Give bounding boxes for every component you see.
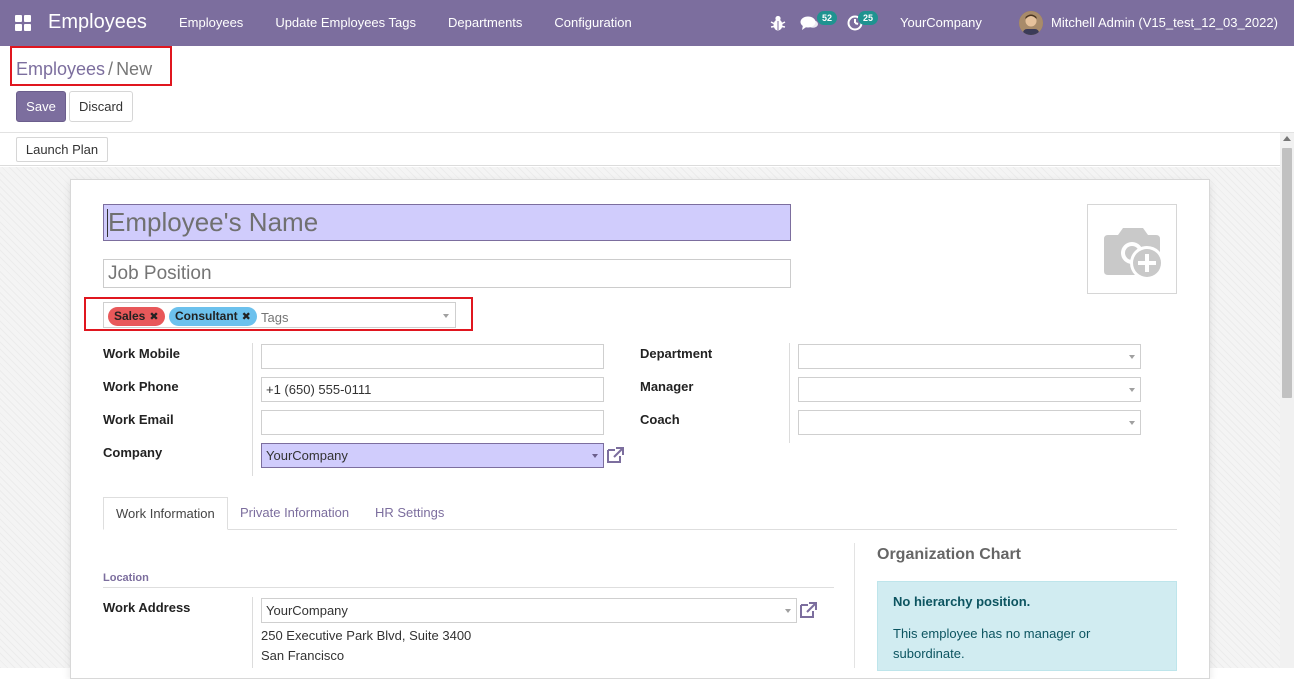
manager-dropdown-caret-icon[interactable] — [1129, 388, 1135, 392]
tab-hr-settings[interactable]: HR Settings — [375, 497, 444, 530]
address-line-city: San Francisco — [261, 648, 345, 663]
company-dropdown-caret-icon[interactable] — [592, 454, 598, 458]
debug-bug-icon[interactable] — [770, 14, 786, 32]
tags-input[interactable] — [261, 308, 431, 326]
manager-select[interactable] — [798, 377, 1141, 402]
coach-select[interactable] — [798, 410, 1141, 435]
job-position-input[interactable] — [103, 259, 791, 288]
tab-private-information[interactable]: Private Information — [240, 497, 349, 530]
user-avatar[interactable] — [1019, 11, 1043, 35]
menu-item-departments[interactable]: Departments — [432, 0, 538, 46]
location-section-title: Location — [103, 572, 149, 584]
remove-tag-icon[interactable]: ✖ — [149, 311, 158, 323]
menu-item-employees[interactable]: Employees — [163, 0, 259, 46]
company-switcher[interactable]: YourCompany — [900, 15, 982, 30]
work-address-separator — [252, 597, 253, 668]
tab-work-information[interactable]: Work Information — [103, 497, 228, 530]
column-divider — [854, 543, 855, 668]
right-group-separator — [789, 343, 790, 443]
apps-menu-icon[interactable] — [15, 15, 32, 31]
tag-label: Consultant — [175, 309, 238, 323]
messages-count-badge: 52 — [817, 11, 838, 25]
company-select-value: YourCompany — [266, 448, 348, 463]
work-address-label: Work Address — [103, 600, 191, 615]
save-button[interactable]: Save — [16, 91, 66, 122]
camera-plus-icon — [1104, 228, 1164, 280]
company-external-link-icon[interactable] — [605, 446, 625, 464]
work-address-dropdown-caret-icon[interactable] — [785, 609, 791, 613]
work-phone-input[interactable] — [261, 377, 604, 402]
breadcrumb: Employees / New — [10, 46, 172, 86]
org-chart-title: Organization Chart — [877, 546, 1022, 563]
org-chart-alert: No hierarchy position. This employee has… — [877, 581, 1177, 671]
location-section-line — [103, 587, 834, 588]
text-cursor — [107, 209, 108, 237]
menu-item-update-employees-tags[interactable]: Update Employees Tags — [259, 0, 432, 46]
work-address-select[interactable]: YourCompany — [261, 598, 797, 623]
department-label: Department — [640, 346, 713, 361]
manager-label: Manager — [640, 379, 694, 394]
remove-tag-icon[interactable]: ✖ — [242, 311, 251, 323]
left-group-separator — [252, 343, 253, 476]
tags-field[interactable]: Sales ✖ Consultant ✖ — [103, 302, 456, 328]
scroll-up-arrow-icon[interactable] — [1283, 136, 1291, 141]
main-menu: Employees Update Employees Tags Departme… — [163, 0, 648, 46]
address-line-street: 250 Executive Park Blvd, Suite 3400 — [261, 628, 472, 643]
work-mobile-label: Work Mobile — [103, 346, 181, 361]
tag-label: Sales — [114, 309, 146, 323]
app-brand[interactable]: Employees — [48, 11, 147, 34]
tag-consultant[interactable]: Consultant ✖ — [169, 307, 257, 326]
activities-count-badge: 25 — [858, 11, 879, 25]
discard-button[interactable]: Discard — [69, 91, 133, 122]
company-select[interactable]: YourCompany — [261, 443, 604, 468]
breadcrumb-current: New — [116, 59, 153, 79]
breadcrumb-employees-link[interactable]: Employees — [16, 59, 105, 79]
work-address-external-link-icon[interactable] — [798, 601, 818, 619]
form-statusbar — [0, 133, 1280, 166]
user-menu[interactable]: Mitchell Admin (V15_test_12_03_2022) — [1051, 15, 1278, 30]
tag-sales[interactable]: Sales ✖ — [108, 307, 165, 326]
employee-photo-upload[interactable] — [1087, 204, 1177, 294]
department-dropdown-caret-icon[interactable] — [1129, 355, 1135, 359]
department-select[interactable] — [798, 344, 1141, 369]
org-chart-text: This employee has no manager or subordin… — [893, 626, 1091, 661]
org-chart-heading: No hierarchy position. — [893, 594, 1031, 609]
work-phone-label: Work Phone — [103, 379, 179, 394]
launch-plan-button[interactable]: Launch Plan — [16, 137, 108, 162]
breadcrumb-separator: / — [108, 59, 114, 79]
company-label: Company — [103, 445, 163, 460]
work-mobile-input[interactable] — [261, 344, 604, 369]
work-email-label: Work Email — [103, 412, 174, 427]
tags-dropdown-caret-icon[interactable] — [443, 314, 449, 318]
coach-dropdown-caret-icon[interactable] — [1129, 421, 1135, 425]
scrollbar-thumb[interactable] — [1282, 148, 1292, 398]
work-address-select-value: YourCompany — [266, 603, 348, 618]
menu-item-configuration[interactable]: Configuration — [538, 0, 647, 46]
employee-name-input[interactable] — [103, 204, 791, 241]
page-scrollbar[interactable] — [1280, 133, 1294, 668]
top-navbar: Employees Employees Update Employees Tag… — [0, 0, 1294, 46]
coach-label: Coach — [640, 412, 680, 427]
work-email-input[interactable] — [261, 410, 604, 435]
